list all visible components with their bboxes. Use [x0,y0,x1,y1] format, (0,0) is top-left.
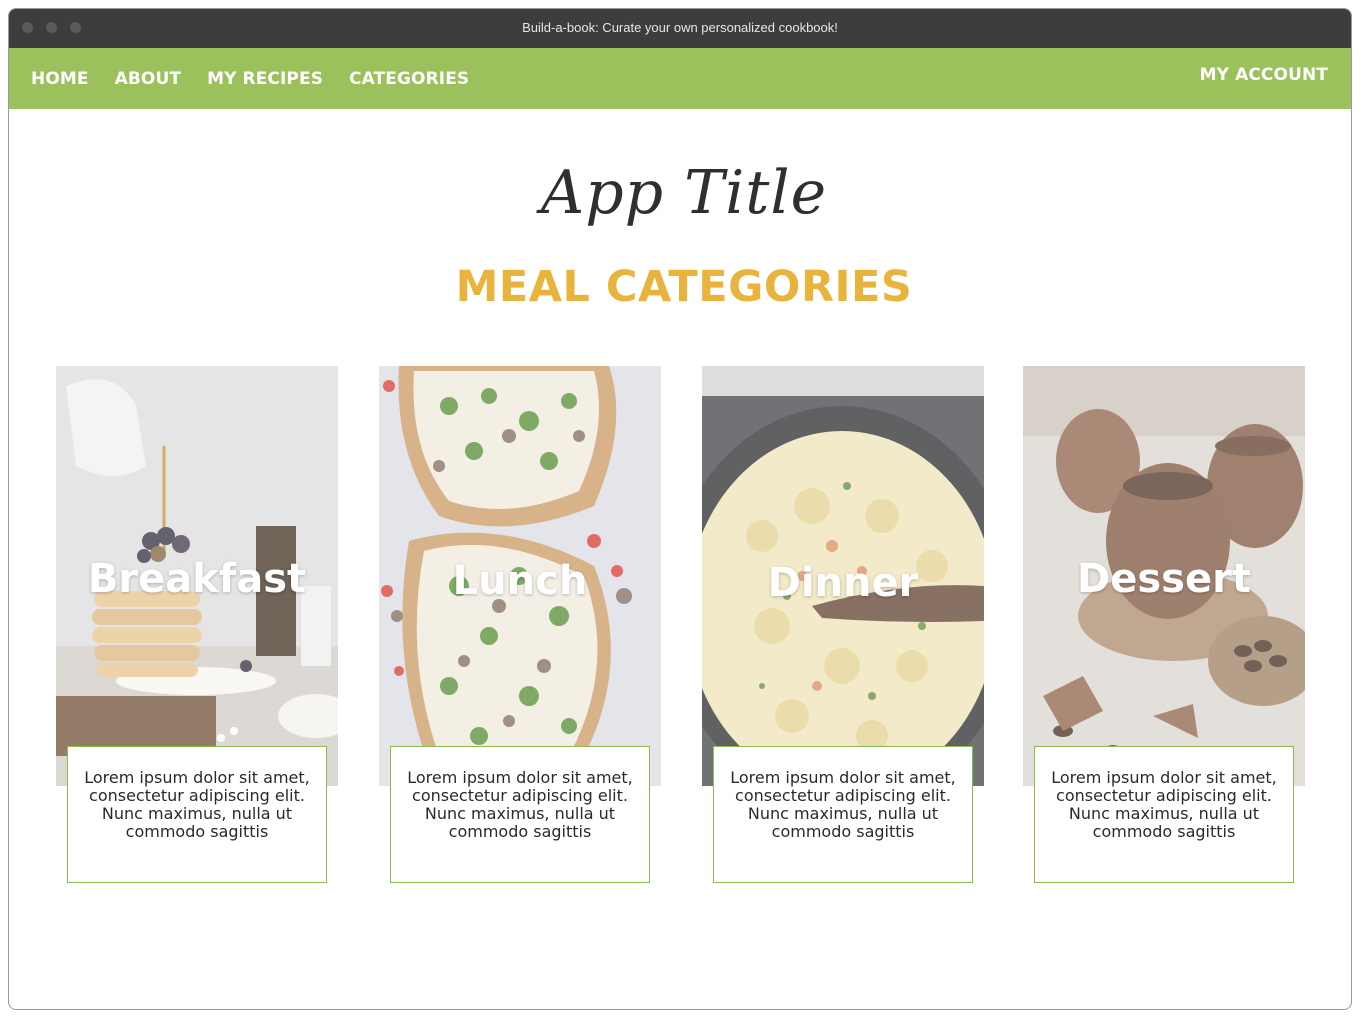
category-card-breakfast[interactable]: Breakfast Lorem ipsum dolor sit amet, co… [56,366,338,883]
account-nav: MY ACCOUNT [1200,65,1328,85]
category-title: Dessert [1077,556,1251,602]
category-card-dinner[interactable]: Dinner Lorem ipsum dolor sit amet, conse… [702,366,984,883]
category-description: Lorem ipsum dolor sit amet, consectetur … [713,746,973,883]
top-navigation: HOME ABOUT MY RECIPES CATEGORIES MY ACCO… [9,48,1351,109]
category-title: Lunch [452,558,588,604]
main-nav: HOME ABOUT MY RECIPES CATEGORIES [31,69,495,89]
category-description: Lorem ipsum dolor sit amet, consectetur … [67,746,327,883]
app-title: App Title [540,158,828,228]
my-account-link[interactable]: MY ACCOUNT [1200,65,1328,85]
category-card-lunch[interactable]: Lunch Lorem ipsum dolor sit amet, consec… [379,366,661,883]
title-bar: Build-a-book: Curate your own personaliz… [9,9,1351,48]
section-title: MEAL CATEGORIES [455,262,913,312]
category-card-dessert[interactable]: Dessert Lorem ipsum dolor sit amet, cons… [1023,366,1305,883]
category-title: Breakfast [87,556,307,602]
nav-home-link[interactable]: HOME [31,69,89,89]
window-title: Build-a-book: Curate your own personaliz… [522,20,838,35]
nav-categories-link[interactable]: CATEGORIES [349,69,469,89]
category-title: Dinner [767,560,919,606]
category-description: Lorem ipsum dolor sit amet, consectetur … [1034,746,1294,883]
nav-about-link[interactable]: ABOUT [115,69,181,89]
category-description: Lorem ipsum dolor sit amet, consectetur … [390,746,650,883]
nav-my-recipes-link[interactable]: MY RECIPES [207,69,323,89]
